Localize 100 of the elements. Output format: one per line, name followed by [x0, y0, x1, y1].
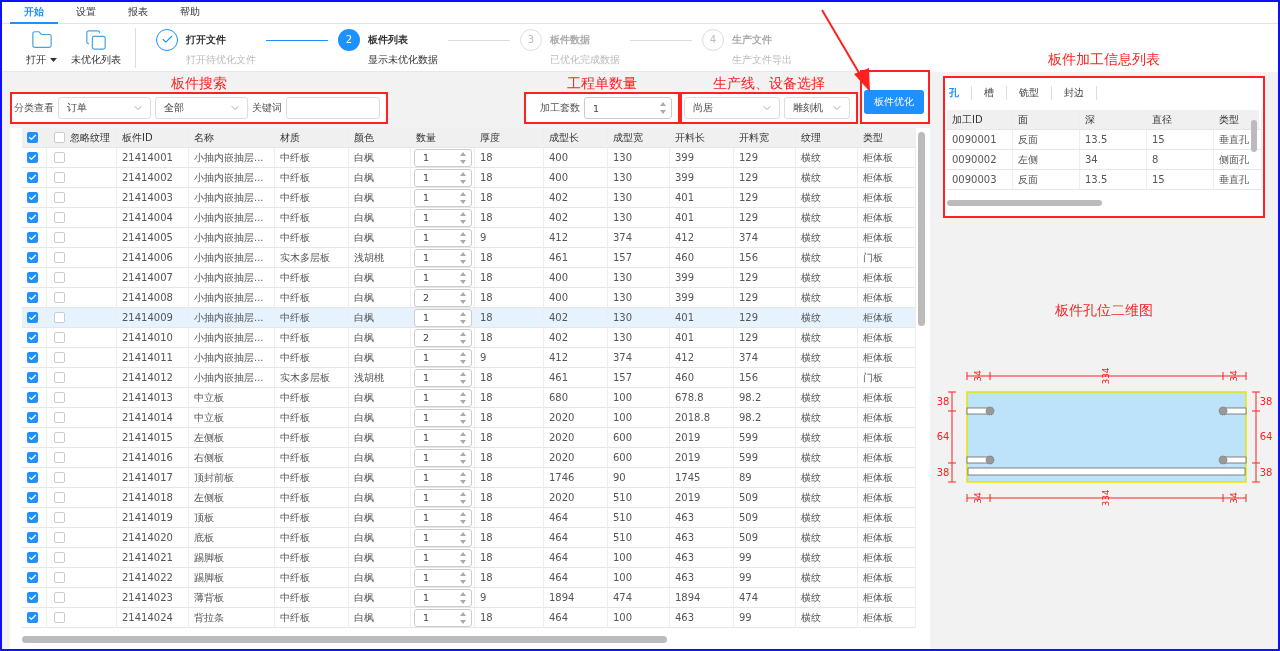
spin-arrows-icon[interactable]	[459, 450, 467, 465]
checkbox[interactable]	[54, 172, 65, 183]
checkbox[interactable]	[27, 452, 38, 463]
quantity-spinner[interactable]: 1	[414, 148, 472, 167]
spin-arrows-icon[interactable]	[459, 190, 467, 205]
checkbox[interactable]	[27, 512, 38, 523]
spin-arrows-icon[interactable]	[459, 430, 467, 445]
checkbox[interactable]	[54, 532, 65, 543]
checkbox[interactable]	[27, 292, 38, 303]
quantity-spinner[interactable]: 1	[584, 97, 672, 119]
quantity-spinner[interactable]: 1	[414, 608, 472, 627]
quantity-spinner[interactable]: 1	[414, 568, 472, 587]
checkbox[interactable]	[54, 312, 65, 323]
scrollbar-thumb[interactable]	[918, 132, 925, 326]
quantity-spinner[interactable]: 1	[414, 268, 472, 287]
checkbox[interactable]	[27, 432, 38, 443]
spin-arrows-icon[interactable]	[459, 170, 467, 185]
quantity-spinner[interactable]: 1	[414, 248, 472, 267]
spin-arrows-icon[interactable]	[459, 250, 467, 265]
scrollbar-thumb[interactable]	[1251, 120, 1257, 152]
tab[interactable]: 铣型	[1007, 86, 1052, 100]
checkbox[interactable]	[54, 212, 65, 223]
quantity-spinner[interactable]: 1	[414, 308, 472, 327]
keyword-field[interactable]	[286, 97, 380, 119]
quantity-spinner[interactable]: 1	[414, 528, 472, 547]
scrollbar-thumb[interactable]	[22, 636, 667, 643]
checkbox[interactable]	[27, 372, 38, 383]
line-select[interactable]: 尚居	[684, 97, 780, 119]
checkbox[interactable]	[54, 232, 65, 243]
spin-arrows-icon[interactable]	[459, 150, 467, 165]
scrollbar-thumb[interactable]	[947, 200, 1102, 206]
quantity-spinner[interactable]: 1	[414, 368, 472, 387]
spin-arrows-icon[interactable]	[459, 530, 467, 545]
spin-arrows-icon[interactable]	[459, 610, 467, 625]
spin-arrows-icon[interactable]	[459, 230, 467, 245]
checkbox[interactable]	[54, 452, 65, 463]
checkbox[interactable]	[54, 392, 65, 403]
checkbox[interactable]	[54, 152, 65, 163]
toolbar-button[interactable]: 未优化列表	[71, 28, 121, 67]
checkbox[interactable]	[54, 332, 65, 343]
checkbox[interactable]	[27, 352, 38, 363]
quantity-spinner[interactable]: 1	[414, 468, 472, 487]
spin-arrows-icon[interactable]	[459, 390, 467, 405]
checkbox[interactable]	[54, 272, 65, 283]
spin-arrows-icon[interactable]	[659, 101, 667, 115]
spin-arrows-icon[interactable]	[459, 550, 467, 565]
quantity-spinner[interactable]: 1	[414, 188, 472, 207]
toolbar-button[interactable]: 打开	[26, 28, 57, 67]
quantity-spinner[interactable]: 1	[414, 228, 472, 247]
spin-arrows-icon[interactable]	[459, 570, 467, 585]
spin-arrows-icon[interactable]	[459, 510, 467, 525]
checkbox[interactable]	[27, 492, 38, 503]
quantity-spinner[interactable]: 1	[414, 488, 472, 507]
checkbox[interactable]	[27, 592, 38, 603]
checkbox[interactable]	[27, 332, 38, 343]
machine-select[interactable]: 雕刻机	[784, 97, 850, 119]
checkbox[interactable]	[54, 552, 65, 563]
checkbox[interactable]	[54, 372, 65, 383]
checkbox[interactable]	[27, 552, 38, 563]
checkbox[interactable]	[27, 192, 38, 203]
quantity-spinner[interactable]: 2	[414, 328, 472, 347]
checkbox[interactable]	[54, 192, 65, 203]
spin-arrows-icon[interactable]	[459, 210, 467, 225]
quantity-spinner[interactable]: 1	[414, 428, 472, 447]
checkbox[interactable]	[27, 132, 38, 143]
quantity-spinner[interactable]: 2	[414, 288, 472, 307]
checkbox[interactable]	[54, 592, 65, 603]
checkbox[interactable]	[27, 232, 38, 243]
checkbox[interactable]	[54, 612, 65, 623]
menu-tab[interactable]: 帮助	[166, 2, 214, 24]
checkbox[interactable]	[27, 272, 38, 283]
checkbox[interactable]	[27, 312, 38, 323]
checkbox[interactable]	[27, 392, 38, 403]
quantity-spinner[interactable]: 1	[414, 348, 472, 367]
checkbox[interactable]	[27, 532, 38, 543]
checkbox[interactable]	[27, 612, 38, 623]
checkbox[interactable]	[54, 492, 65, 503]
checkbox[interactable]	[54, 352, 65, 363]
checkbox[interactable]	[54, 432, 65, 443]
spin-arrows-icon[interactable]	[459, 590, 467, 605]
menu-tab[interactable]: 报表	[114, 2, 162, 24]
spin-arrows-icon[interactable]	[459, 270, 467, 285]
spin-arrows-icon[interactable]	[459, 290, 467, 305]
checkbox[interactable]	[27, 152, 38, 163]
checkbox[interactable]	[27, 172, 38, 183]
spin-arrows-icon[interactable]	[459, 490, 467, 505]
quantity-spinner[interactable]: 1	[414, 208, 472, 227]
quantity-spinner[interactable]: 1	[414, 588, 472, 607]
quantity-spinner[interactable]: 1	[414, 388, 472, 407]
quantity-spinner[interactable]: 1	[414, 448, 472, 467]
checkbox[interactable]	[54, 292, 65, 303]
checkbox[interactable]	[54, 252, 65, 263]
quantity-spinner[interactable]: 1	[414, 508, 472, 527]
menu-tab[interactable]: 设置	[62, 2, 110, 24]
spin-arrows-icon[interactable]	[459, 470, 467, 485]
spin-arrows-icon[interactable]	[459, 310, 467, 325]
checkbox[interactable]	[27, 412, 38, 423]
checkbox[interactable]	[27, 252, 38, 263]
quantity-spinner[interactable]: 1	[414, 408, 472, 427]
spin-arrows-icon[interactable]	[459, 350, 467, 365]
